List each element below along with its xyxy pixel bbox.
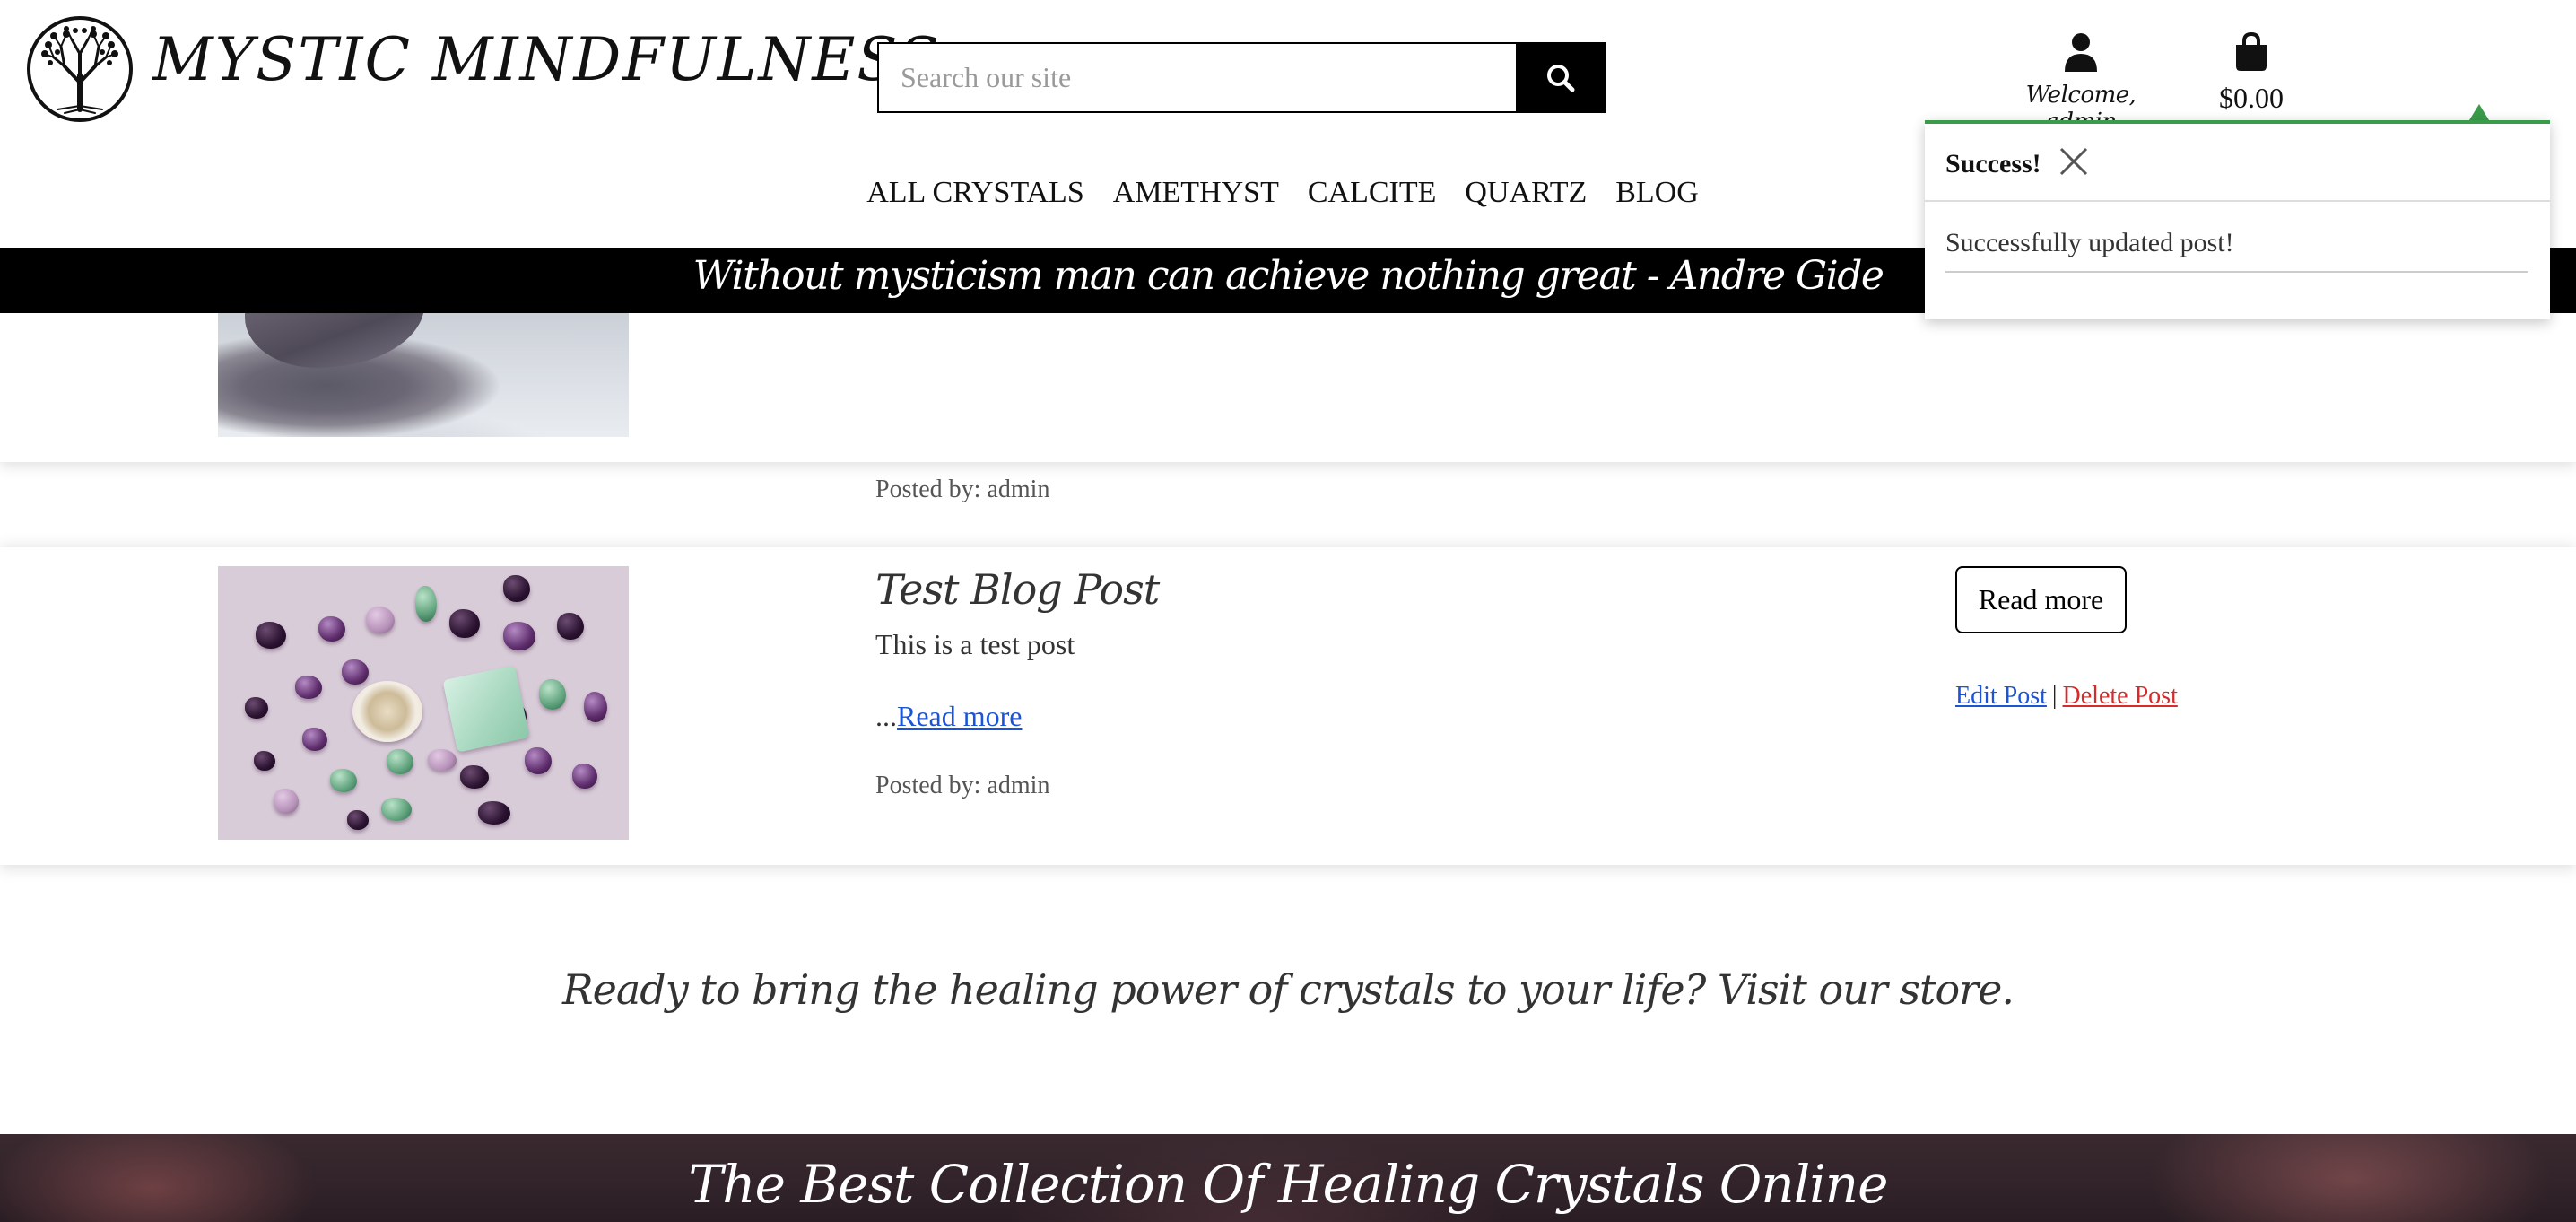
nav-item-quartz[interactable]: QUARTZ [1465,176,1587,210]
cart-total: $0.00 [2219,82,2284,114]
footer-banner: The Best Collection Of Healing Crystals … [0,1134,2576,1222]
posted-by: Posted by: admin [875,476,1050,503]
toast-arrow [2469,104,2489,120]
read-more-link[interactable]: Read more [897,700,1023,732]
post-image [218,566,629,840]
delete-post-link[interactable]: Delete Post [2063,682,2178,710]
read-more-button[interactable]: Read more [1955,566,2127,633]
blog-post-card: Test Blog Post This is a test post ...Re… [0,547,2576,865]
posted-by: Posted by: admin [875,772,1050,799]
post-image [218,305,629,437]
edit-post-link[interactable]: Edit Post [1955,682,2047,710]
rock-shape [245,305,424,368]
action-separator: | [2051,682,2058,710]
success-toast: Success! Successfully updated post! [1925,120,2550,319]
post-actions: Edit Post | Delete Post [1955,682,2178,711]
nav-item-all-crystals[interactable]: ALL CRYSTALS [866,176,1084,210]
cart-link[interactable]: $0.00 [2202,31,2301,115]
nav-item-amethyst[interactable]: AMETHYST [1113,176,1279,210]
toast-message: Successfully updated post! [1945,228,2528,273]
brand-name[interactable]: MYSTIC MINDFULNESS [152,25,941,94]
search-icon [1546,64,1574,92]
post-more-line: ...Read more [875,700,1023,733]
footer-title: The Best Collection Of Healing Crystals … [688,1154,1889,1215]
search-button[interactable] [1516,44,1605,111]
toast-heading: Success! [1945,149,2041,179]
tree-of-life-icon[interactable] [27,16,133,122]
nav-item-blog[interactable]: BLOG [1615,176,1699,210]
post-title: Test Blog Post [875,565,1160,614]
quote-text: Without mysticism man can achieve nothin… [692,253,1884,299]
close-icon[interactable] [2056,144,2092,179]
shopping-bag-icon [2236,31,2267,71]
search-input[interactable] [879,44,1516,111]
nav-item-calcite[interactable]: CALCITE [1308,176,1437,210]
user-icon [2065,33,2097,72]
geode-stone [352,681,422,742]
post-summary: This is a test post [875,628,1075,660]
ellipsis: ... [875,700,897,732]
toast-header: Success! [1925,124,2550,202]
calcite-stone [442,665,530,753]
store-cta-text: Ready to bring the healing power of crys… [562,965,2015,1014]
search-form [877,42,1606,113]
